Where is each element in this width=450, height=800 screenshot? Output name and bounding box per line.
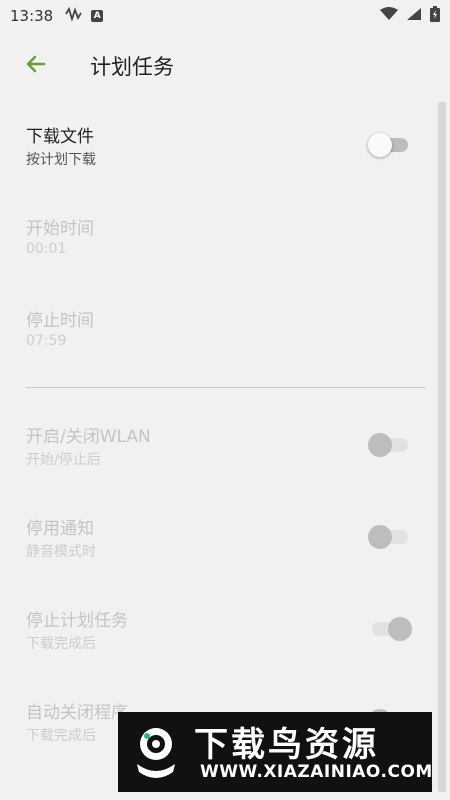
pref-disable-notifications[interactable]: 停用通知 静音模式时 [26, 492, 426, 584]
pref-stop-schedule[interactable]: 停止计划任务 下载完成后 [26, 584, 426, 676]
stop-schedule-switch[interactable] [368, 614, 412, 642]
pref-wlan-toggle[interactable]: 开启/关闭WLAN 开始/停止后 [26, 400, 426, 492]
a-square-icon: A [91, 10, 104, 22]
pref-summary: 00:01 [26, 241, 67, 257]
divider [26, 387, 426, 388]
back-button[interactable] [6, 32, 66, 100]
pref-title: 下载文件 [26, 127, 94, 147]
scrollbar[interactable] [438, 102, 446, 792]
signal-wave-icon [65, 6, 83, 25]
pref-summary: 下载完成后 [26, 636, 96, 652]
pref-title: 停止时间 [26, 311, 94, 331]
pref-stop-time[interactable]: 停止时间 07:59 [26, 284, 426, 376]
status-right-icons [380, 6, 440, 26]
pref-start-time[interactable]: 开始时间 00:01 [26, 192, 426, 284]
notifications-switch[interactable] [368, 522, 412, 550]
app-bar: 计划任务 [0, 32, 450, 100]
status-left-icons: A [65, 6, 104, 25]
pref-title: 开始时间 [26, 219, 94, 239]
pref-title: 停止计划任务 [26, 611, 128, 631]
pref-summary: 静音模式时 [26, 544, 96, 560]
status-time: 13:38 [10, 7, 54, 25]
pref-download-files[interactable]: 下载文件 按计划下载 [26, 100, 426, 192]
battery-charging-icon [430, 6, 440, 26]
cellular-icon [406, 7, 422, 25]
wlan-switch[interactable] [368, 430, 412, 458]
settings-list[interactable]: 下载文件 按计划下载 开始时间 00:01 停止时间 07:59 开启/关闭WL… [0, 100, 450, 800]
pref-summary: 下载完成后 [26, 728, 96, 744]
status-bar: 13:38 A [0, 0, 450, 32]
page-title: 计划任务 [90, 55, 174, 79]
pref-title: 自动关闭程序 [26, 703, 128, 723]
pref-title: 开启/关闭WLAN [26, 427, 151, 447]
watermark-url: WWW.XIAZAINIAO.COM [200, 762, 433, 782]
download-files-switch[interactable] [368, 130, 412, 158]
watermark-banner: 下载鸟资源 WWW.XIAZAINIAO.COM [118, 712, 432, 792]
watermark-name: 下载鸟资源 [194, 725, 379, 765]
pref-summary: 按计划下载 [26, 152, 96, 168]
pref-summary: 开始/停止后 [26, 452, 101, 468]
arrow-left-icon [24, 52, 48, 80]
wifi-icon [380, 7, 398, 25]
pref-summary: 07:59 [26, 333, 67, 349]
pref-title: 停用通知 [26, 519, 94, 539]
bird-logo-icon [126, 718, 186, 786]
